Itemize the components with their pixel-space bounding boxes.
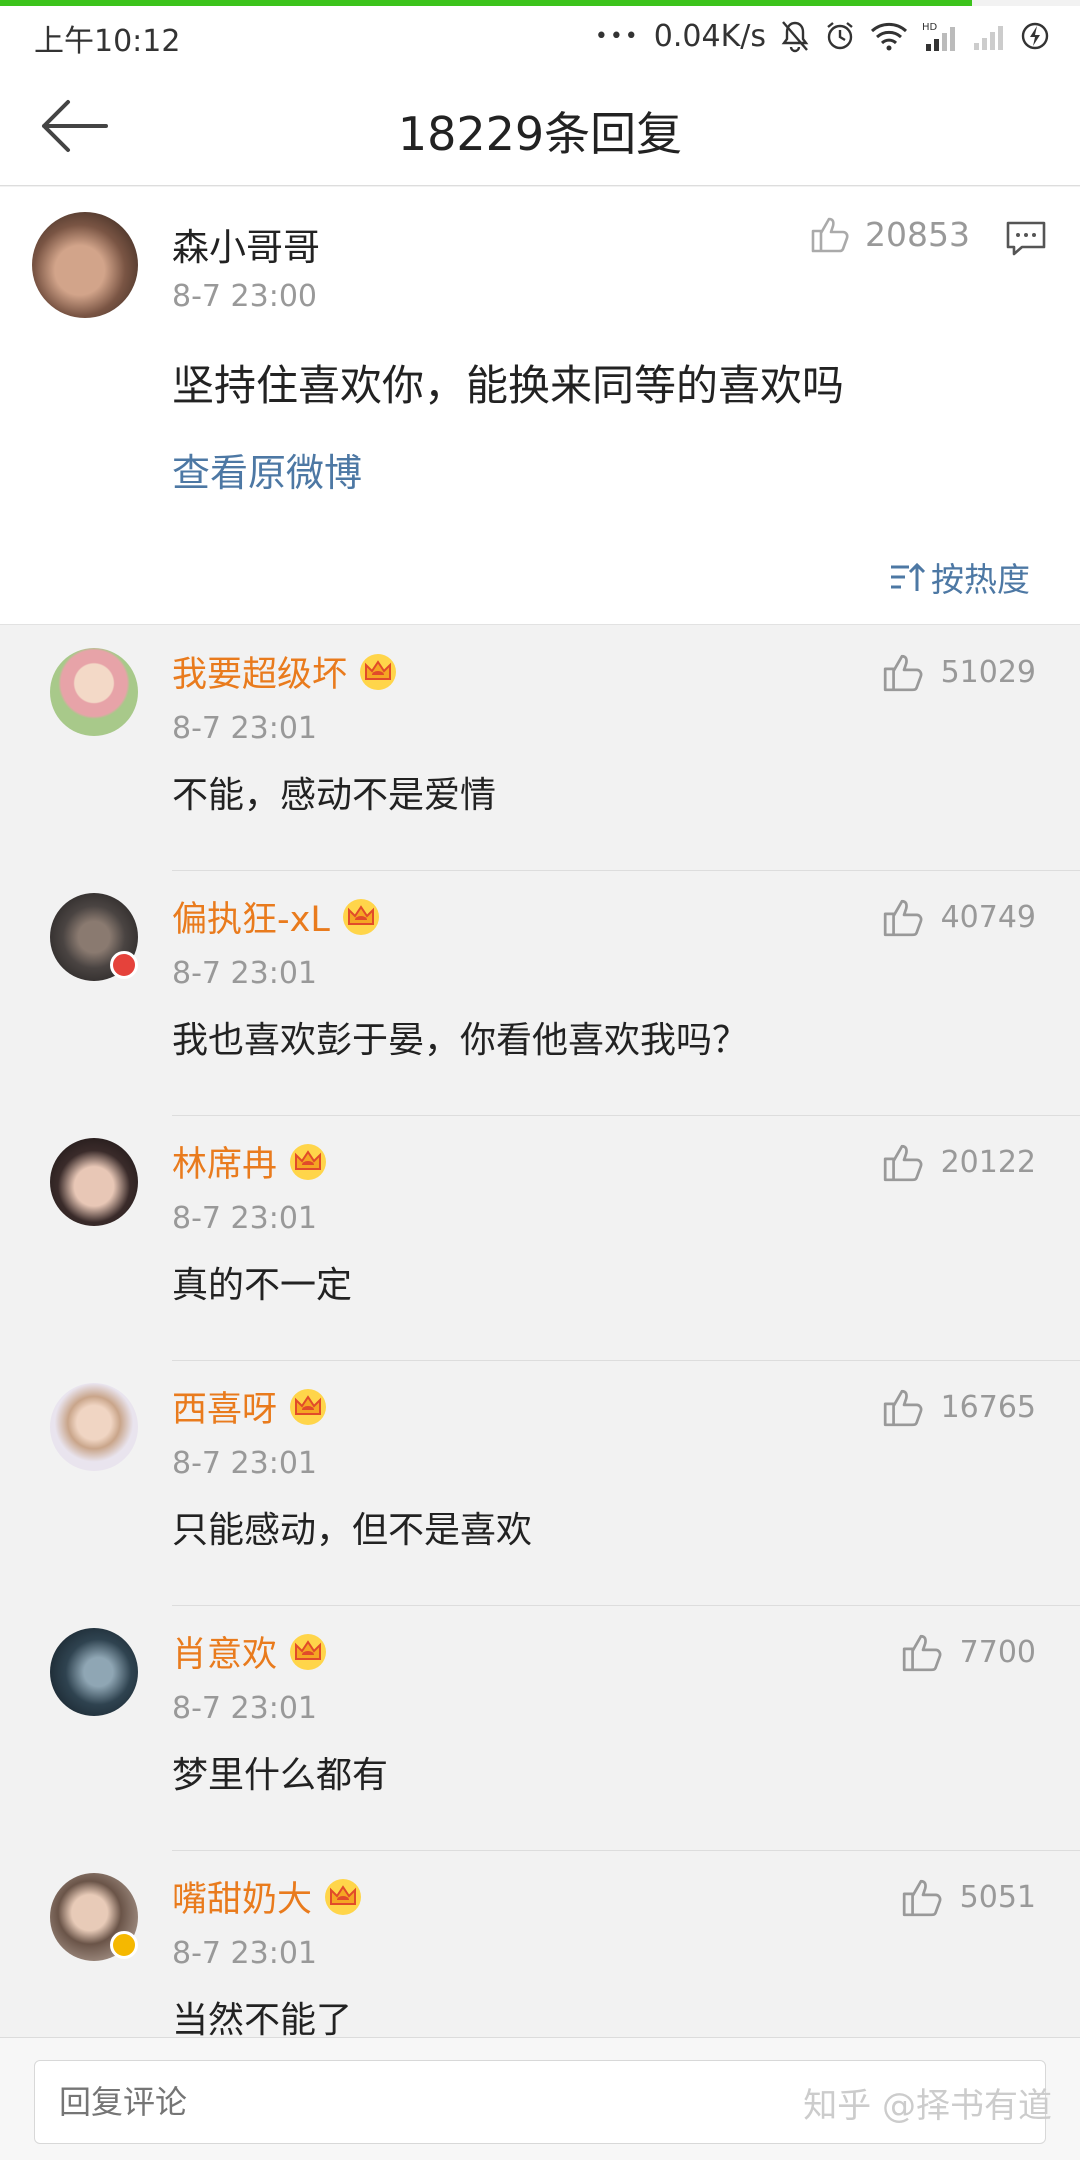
- crown-icon: [290, 1143, 327, 1180]
- list-item[interactable]: 我要超级坏 8-7 23:01 不能，感动不是爱情 51029: [0, 626, 1080, 871]
- username[interactable]: 西喜呀: [172, 1381, 277, 1432]
- comment-time: 8-7 23:01: [172, 1691, 317, 1726]
- like-button[interactable]: 51029: [881, 650, 1036, 694]
- like-count: 16765: [940, 1389, 1036, 1425]
- header-bar: 18229条回复: [0, 64, 1080, 186]
- like-button[interactable]: 20122: [881, 1140, 1036, 1184]
- sort-label: 按热度: [931, 560, 1030, 599]
- comment-text: 坚持住喜欢你，能换来同等的喜欢吗: [172, 361, 845, 410]
- like-count: 51029: [940, 654, 1036, 690]
- username[interactable]: 我要超级坏: [172, 646, 347, 697]
- username[interactable]: 偏执狂-xL: [172, 891, 330, 942]
- verified-badge: [110, 951, 138, 979]
- comment-time: 8-7 23:01: [172, 711, 317, 746]
- username[interactable]: 林席冉: [172, 1136, 277, 1187]
- crown-icon: [325, 1878, 362, 1915]
- like-button[interactable]: 16765: [881, 1385, 1036, 1429]
- comment-time: 8-7 23:00: [172, 279, 317, 314]
- like-count: 20122: [940, 1144, 1036, 1180]
- like-button[interactable]: 7700: [900, 1630, 1036, 1674]
- sort-icon: [891, 562, 925, 591]
- comment-text: 只能感动，但不是喜欢: [172, 1510, 533, 1551]
- battery-charging-icon: [1020, 21, 1050, 51]
- status-time: 上午10:12: [34, 24, 181, 59]
- avatar[interactable]: [50, 1383, 138, 1471]
- list-item[interactable]: 肖意欢 8-7 23:01 梦里什么都有 7700: [0, 1606, 1080, 1851]
- thumbs-up-icon: [883, 1144, 922, 1182]
- thumbs-up-icon: [811, 217, 849, 253]
- root-comment: 森小哥哥 8-7 23:00 坚持住喜欢你，能换来同等的喜欢吗 查看原微博 20…: [0, 187, 1080, 625]
- svg-text:HD: HD: [922, 22, 938, 33]
- like-button[interactable]: 40749: [881, 895, 1036, 939]
- view-original-weibo-link[interactable]: 查看原微博: [172, 442, 362, 497]
- alarm-icon: [824, 20, 856, 52]
- list-item[interactable]: 偏执狂-xL 8-7 23:01 我也喜欢彭于晏，你看他喜欢我吗？ 40749: [0, 871, 1080, 1116]
- comment-time: 8-7 23:01: [172, 1936, 317, 1971]
- thumbs-up-icon: [902, 1634, 942, 1672]
- like-count: 40749: [940, 899, 1036, 935]
- watermark: 知乎 @择书有道: [803, 2086, 1052, 2126]
- like-button[interactable]: 5051: [900, 1875, 1036, 1919]
- comment-text: 我也喜欢彭于晏，你看他喜欢我吗？: [172, 1020, 749, 1061]
- like-count: 5051: [959, 1879, 1036, 1915]
- signal-hd-icon: HD: [922, 20, 958, 52]
- username[interactable]: 肖意欢: [172, 1626, 277, 1677]
- crown-icon: [342, 898, 379, 935]
- thumbs-up-icon: [883, 1389, 922, 1427]
- sort-by-hot-button[interactable]: 按热度: [889, 553, 1030, 601]
- avatar[interactable]: [32, 212, 138, 318]
- signal-icon: [972, 21, 1006, 51]
- list-item[interactable]: 林席冉 8-7 23:01 真的不一定 20122: [0, 1116, 1080, 1361]
- like-count: 7700: [959, 1634, 1036, 1670]
- status-dots: •••: [594, 23, 640, 49]
- status-bar: 上午10:12 ••• 0.04K/s HD: [0, 6, 1080, 64]
- comment-text: 梦里什么都有: [172, 1755, 389, 1796]
- comment-time: 8-7 23:01: [172, 956, 317, 991]
- comment-text: 真的不一定: [172, 1265, 353, 1306]
- like-button[interactable]: 20853: [809, 213, 970, 255]
- username[interactable]: 嘴甜奶大: [172, 1871, 312, 1922]
- username[interactable]: 森小哥哥: [172, 217, 320, 271]
- like-count: 20853: [865, 214, 970, 254]
- bell-off-icon: [780, 19, 810, 53]
- verified-badge: [110, 1931, 138, 1959]
- comment-text: 当然不能了: [172, 2000, 353, 2041]
- thumbs-up-icon: [883, 899, 922, 937]
- avatar[interactable]: [50, 1138, 138, 1226]
- page-title: 18229条回复: [397, 107, 683, 161]
- thumbs-up-icon: [883, 654, 922, 692]
- comment-time: 8-7 23:01: [172, 1446, 317, 1481]
- crown-icon: [360, 653, 397, 690]
- avatar[interactable]: [50, 648, 138, 736]
- list-item[interactable]: 西喜呀 8-7 23:01 只能感动，但不是喜欢 16765: [0, 1361, 1080, 1606]
- avatar[interactable]: [50, 1628, 138, 1716]
- comment-text: 不能，感动不是爱情: [172, 775, 497, 816]
- crown-icon: [290, 1633, 327, 1670]
- crown-icon: [290, 1388, 327, 1425]
- network-speed: 0.04K/s: [653, 18, 766, 54]
- reply-button[interactable]: [1004, 217, 1048, 261]
- comment-icon: [1006, 221, 1046, 256]
- thumbs-up-icon: [902, 1879, 942, 1917]
- reply-bar: 知乎 @择书有道: [0, 2037, 1080, 2160]
- wifi-icon: [870, 21, 908, 51]
- comment-time: 8-7 23:01: [172, 1201, 317, 1236]
